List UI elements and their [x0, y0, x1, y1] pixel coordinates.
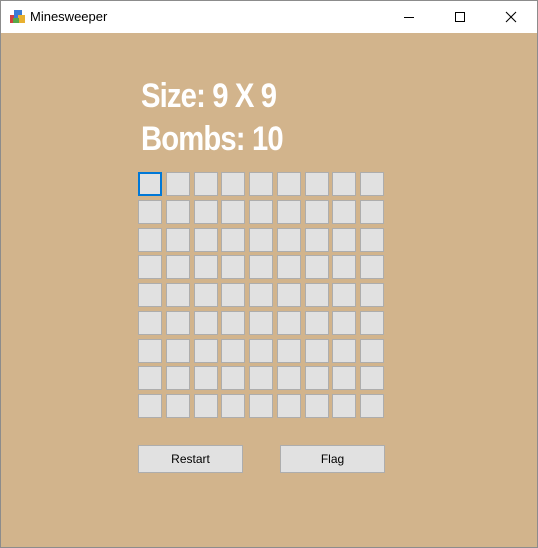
grid-cell[interactable]: [249, 394, 273, 418]
grid-cell[interactable]: [332, 394, 356, 418]
grid-cell[interactable]: [194, 200, 218, 224]
game-area: Size: 9 X 9 Bombs: 10 Restart Flag: [1, 33, 537, 547]
minimize-button[interactable]: [386, 1, 432, 33]
grid-cell[interactable]: [166, 339, 190, 363]
minesweeper-window: Minesweeper Size: 9 X 9 Bombs: 10 Restar…: [0, 0, 538, 548]
grid-cell[interactable]: [138, 255, 162, 279]
minimize-icon: [404, 17, 414, 18]
grid-cell[interactable]: [277, 366, 301, 390]
grid-cell[interactable]: [138, 283, 162, 307]
grid-cell[interactable]: [305, 228, 329, 252]
grid-cell[interactable]: [249, 228, 273, 252]
grid-cell[interactable]: [166, 228, 190, 252]
grid-cell[interactable]: [305, 394, 329, 418]
grid-cell[interactable]: [194, 172, 218, 196]
flag-button[interactable]: Flag: [280, 445, 385, 473]
grid-cell[interactable]: [305, 172, 329, 196]
grid-cell[interactable]: [277, 255, 301, 279]
grid-cell[interactable]: [194, 394, 218, 418]
grid-cell[interactable]: [277, 200, 301, 224]
grid-cell[interactable]: [221, 339, 245, 363]
grid-cell[interactable]: [277, 311, 301, 335]
grid-cell[interactable]: [305, 366, 329, 390]
size-label: Size: 9 X 9: [141, 77, 277, 115]
grid-cell[interactable]: [166, 283, 190, 307]
grid-cell[interactable]: [166, 172, 190, 196]
grid-cell[interactable]: [194, 283, 218, 307]
grid-cell[interactable]: [138, 172, 162, 196]
grid-cell[interactable]: [277, 228, 301, 252]
grid-cell[interactable]: [360, 311, 384, 335]
grid-cell[interactable]: [221, 228, 245, 252]
grid-cell[interactable]: [221, 311, 245, 335]
title-bar[interactable]: Minesweeper: [1, 1, 537, 33]
grid-cell[interactable]: [332, 311, 356, 335]
grid-cell[interactable]: [277, 339, 301, 363]
grid-cell[interactable]: [221, 172, 245, 196]
close-button[interactable]: [488, 1, 534, 33]
grid-cell[interactable]: [138, 228, 162, 252]
grid-cell[interactable]: [332, 200, 356, 224]
grid-cell[interactable]: [360, 339, 384, 363]
maximize-icon: [455, 12, 465, 22]
grid-cell[interactable]: [332, 366, 356, 390]
close-icon: [505, 11, 517, 23]
grid-cell[interactable]: [277, 394, 301, 418]
grid-cell[interactable]: [138, 339, 162, 363]
maximize-button[interactable]: [437, 1, 483, 33]
grid-cell[interactable]: [360, 283, 384, 307]
grid-cell[interactable]: [305, 255, 329, 279]
grid-cell[interactable]: [305, 311, 329, 335]
grid-cell[interactable]: [332, 339, 356, 363]
grid-cell[interactable]: [138, 200, 162, 224]
grid-cell[interactable]: [332, 255, 356, 279]
grid-cell[interactable]: [360, 172, 384, 196]
grid-cell[interactable]: [277, 172, 301, 196]
grid-cell[interactable]: [249, 172, 273, 196]
grid-cell[interactable]: [221, 200, 245, 224]
grid-cell[interactable]: [332, 283, 356, 307]
grid-cell[interactable]: [138, 366, 162, 390]
grid-cell[interactable]: [194, 228, 218, 252]
grid-cell[interactable]: [332, 228, 356, 252]
grid-cell[interactable]: [166, 255, 190, 279]
grid-cell[interactable]: [221, 283, 245, 307]
minesweeper-app-icon: [10, 10, 25, 23]
grid-cell[interactable]: [194, 311, 218, 335]
grid-cell[interactable]: [166, 200, 190, 224]
grid-cell[interactable]: [138, 311, 162, 335]
grid-cell[interactable]: [305, 339, 329, 363]
grid-cell[interactable]: [360, 394, 384, 418]
grid-cell[interactable]: [249, 339, 273, 363]
grid-cell[interactable]: [277, 283, 301, 307]
minefield-grid: [138, 172, 387, 421]
grid-cell[interactable]: [221, 255, 245, 279]
grid-cell[interactable]: [221, 366, 245, 390]
grid-cell[interactable]: [138, 394, 162, 418]
grid-cell[interactable]: [249, 311, 273, 335]
grid-cell[interactable]: [360, 366, 384, 390]
grid-cell[interactable]: [221, 394, 245, 418]
grid-cell[interactable]: [305, 200, 329, 224]
grid-cell[interactable]: [332, 172, 356, 196]
grid-cell[interactable]: [249, 283, 273, 307]
grid-cell[interactable]: [194, 366, 218, 390]
grid-cell[interactable]: [249, 366, 273, 390]
grid-cell[interactable]: [360, 200, 384, 224]
grid-cell[interactable]: [305, 283, 329, 307]
grid-cell[interactable]: [249, 200, 273, 224]
grid-cell[interactable]: [194, 255, 218, 279]
grid-cell[interactable]: [166, 311, 190, 335]
grid-cell[interactable]: [249, 255, 273, 279]
grid-cell[interactable]: [166, 394, 190, 418]
grid-cell[interactable]: [360, 255, 384, 279]
grid-cell[interactable]: [360, 228, 384, 252]
grid-cell[interactable]: [166, 366, 190, 390]
grid-cell[interactable]: [194, 339, 218, 363]
window-title: Minesweeper: [30, 9, 108, 24]
restart-button[interactable]: Restart: [138, 445, 243, 473]
bombs-label: Bombs: 10: [141, 120, 284, 158]
